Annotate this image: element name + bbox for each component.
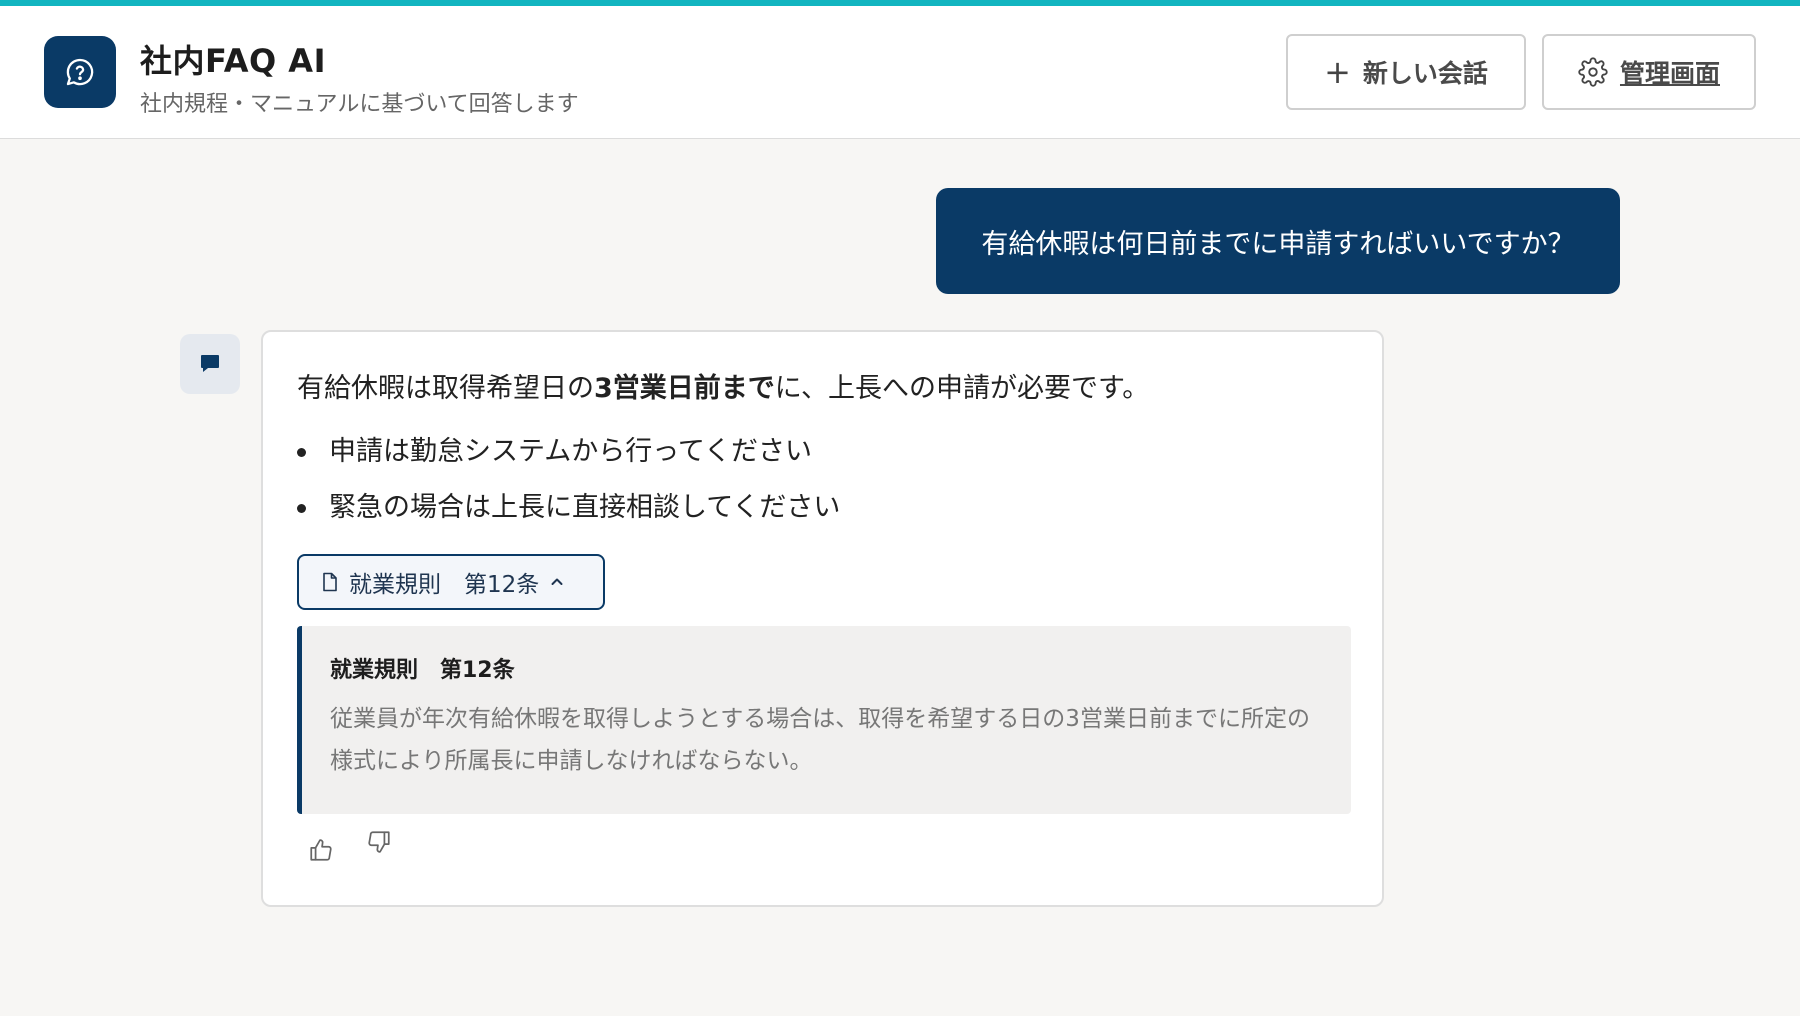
thumbs-up-icon [310,839,332,861]
app-logo [44,36,116,108]
answer-emphasis: 3営業日前まで [594,373,775,404]
answer-prefix: 有給休暇は取得希望日の [297,373,594,404]
plus-icon: + [1324,53,1351,91]
document-icon [323,572,337,592]
thumbs-down-button[interactable] [361,824,397,860]
admin-label: 管理画面 [1619,59,1720,88]
user-message: 有給休暇は何日前までに申請すればいいですか？ [936,188,1620,294]
app-subtitle: 社内規程・マニュアルに基づいて回答します [140,92,579,117]
bot-answer: 有給休暇は取得希望日の3営業日前までに、上長への申請が必要です。 [297,366,1149,405]
source-toggle-button[interactable]: 就業規則 第12条 [297,554,605,610]
source-text: 従業員が年次有給休暇を取得しようとする場合は、取得を希望する日の3営業日前までに… [330,706,1310,774]
bot-message-card: 有給休暇は取得希望日の3営業日前までに、上長への申請が必要です。 申請は勤怠シス… [261,330,1384,907]
chat-question-icon [66,58,94,86]
thumbs-up-button[interactable] [303,832,339,868]
list-item: 申請は勤怠システムから行ってください [297,424,840,480]
answer-suffix: に、上長への申請が必要です。 [774,373,1150,404]
app-header: 社内FAQ AI 社内規程・マニュアルに基づいて回答します + 新しい会話 管理… [0,6,1800,139]
thumbs-down-icon [368,831,390,853]
new-chat-button[interactable]: + 新しい会話 [1286,34,1526,110]
source-chip-label: 就業規則 第12条 [349,572,540,598]
gear-icon [1578,57,1608,87]
list-item: 緊急の場合は上長に直接相談してください [297,480,840,536]
source-excerpt: 就業規則 第12条 従業員が年次有給休暇を取得しようとする場合は、取得を希望する… [297,626,1351,814]
bot-avatar [180,334,240,394]
admin-button[interactable]: 管理画面 [1542,34,1756,110]
answer-bullets: 申請は勤怠システムから行ってください 緊急の場合は上長に直接相談してください [297,424,840,536]
chevron-up-icon [551,578,563,585]
source-title: 就業規則 第12条 [330,658,515,683]
message-icon [201,355,219,372]
app-title: 社内FAQ AI [140,42,326,80]
new-chat-label: 新しい会話 [1362,59,1488,88]
